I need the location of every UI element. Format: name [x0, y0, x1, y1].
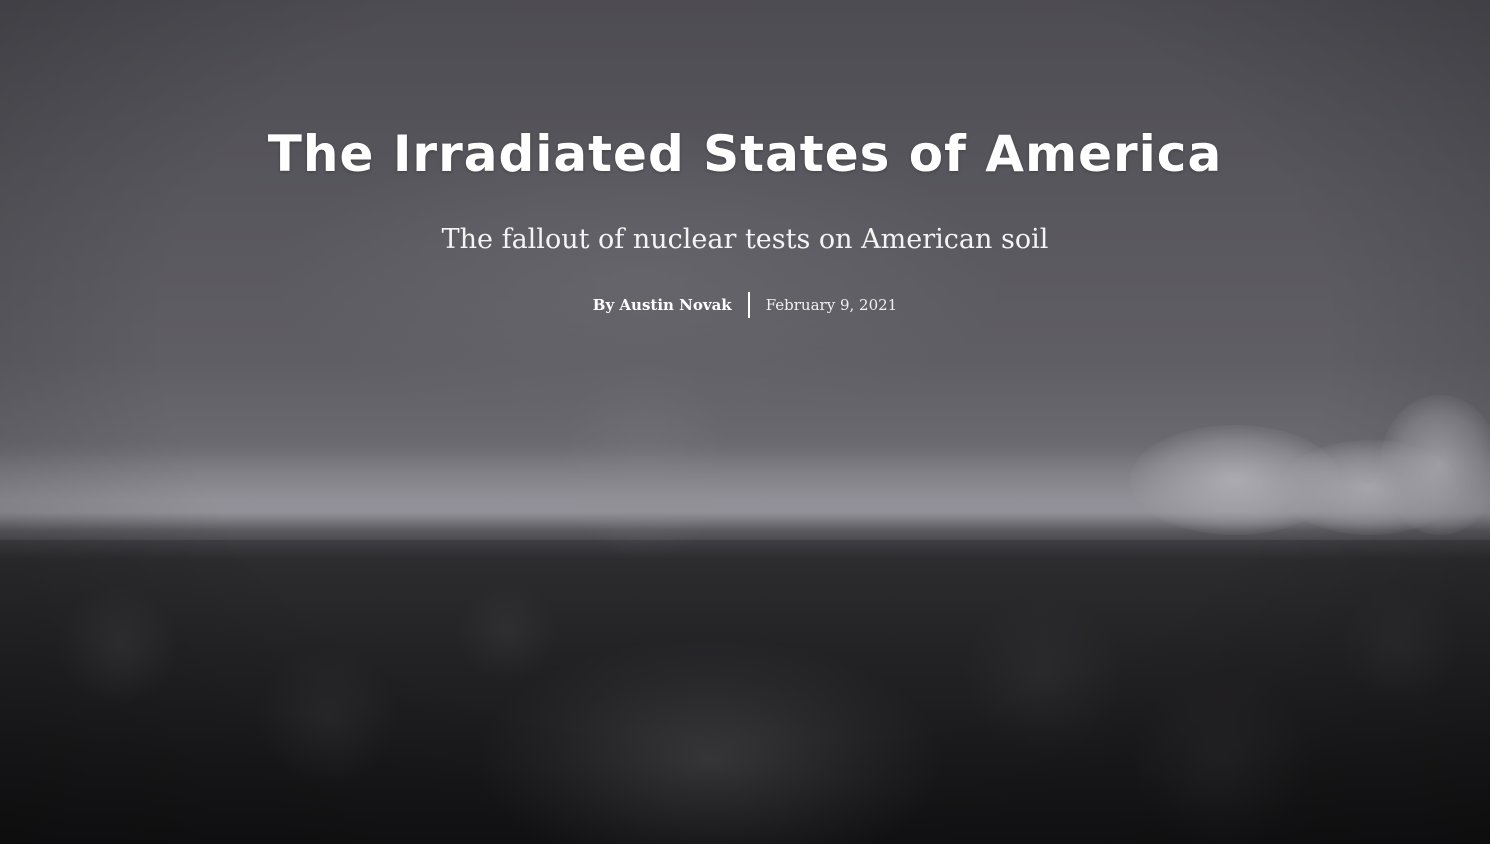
headline-block: The Irradiated States of America The fal…: [0, 118, 1490, 318]
author-link[interactable]: By Austin Novak: [593, 296, 748, 314]
publish-date: February 9, 2021: [765, 296, 898, 314]
article-title: The Irradiated States of America: [267, 125, 1223, 183]
article-subtitle: The fallout of nuclear tests on American…: [441, 224, 1049, 255]
hero-banner: The Irradiated States of America The fal…: [0, 0, 1490, 844]
byline: By Austin Novak February 9, 2021: [0, 292, 1490, 318]
